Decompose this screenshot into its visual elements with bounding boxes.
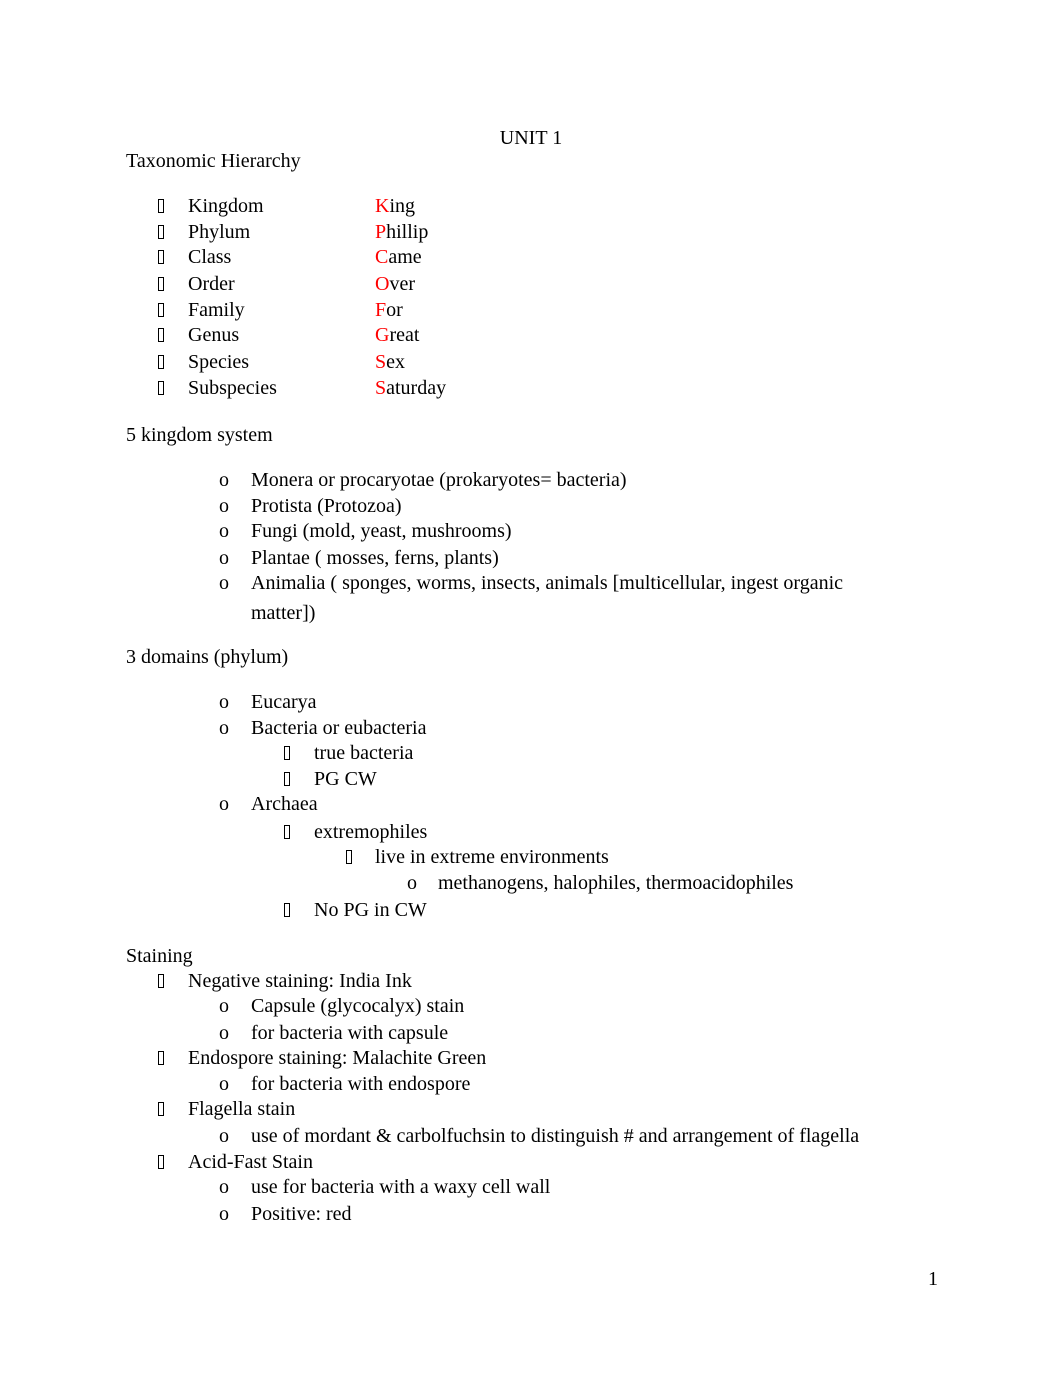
- list-item-continuation: matter]): [251, 602, 316, 624]
- list-item-text: Capsule (glycocalyx) stain: [251, 995, 465, 1017]
- square-bullet-icon: [158, 199, 164, 213]
- square-bullet-icon: [158, 355, 164, 369]
- circle-bullet-icon: o: [219, 495, 229, 517]
- mnemonic-rest: aturday: [386, 377, 447, 399]
- circle-bullet-icon: o: [219, 717, 229, 739]
- square-bullet-icon: [158, 1051, 164, 1065]
- list-item-text: Acid-Fast Stain: [188, 1151, 313, 1173]
- list-item-text: Plantae ( mosses, ferns, plants): [251, 547, 499, 569]
- mnemonic-rest: or: [386, 299, 403, 321]
- list-item-text: Eucarya: [251, 691, 317, 713]
- rank-label: Genus: [188, 324, 240, 346]
- circle-bullet-icon: o: [219, 572, 229, 594]
- page-title: UNIT 1: [499, 127, 563, 149]
- circle-bullet-icon: o: [219, 520, 229, 542]
- rank-label: Family: [188, 299, 245, 321]
- list-item-text: Animalia ( sponges, worms, insects, anim…: [251, 572, 844, 594]
- square-bullet-icon: [284, 825, 290, 839]
- square-bullet-icon: [158, 250, 164, 264]
- circle-bullet-icon: o: [219, 1022, 229, 1044]
- mnemonic-initial: O: [375, 273, 390, 295]
- mnemonic-initial: K: [375, 195, 390, 217]
- list-item-text: true bacteria: [314, 742, 414, 764]
- circle-bullet-icon: o: [219, 691, 229, 713]
- list-item-text: Flagella stain: [188, 1098, 296, 1120]
- section-heading-taxonomy: Taxonomic Hierarchy: [126, 150, 301, 172]
- list-item-text: use for bacteria with a waxy cell wall: [251, 1176, 551, 1198]
- list-item-text: use of mordant & carbolfuchsin to distin…: [251, 1125, 860, 1147]
- rank-label: Species: [188, 351, 250, 373]
- list-item-text: Fungi (mold, yeast, mushrooms): [251, 520, 512, 542]
- list-item-text: No PG in CW: [314, 899, 427, 921]
- square-bullet-icon: [158, 277, 164, 291]
- square-bullet-icon: [158, 1102, 164, 1116]
- list-item-text: for bacteria with endospore: [251, 1073, 471, 1095]
- square-bullet-icon: [158, 303, 164, 317]
- square-bullet-icon: [158, 381, 164, 395]
- circle-bullet-icon: o: [219, 1125, 229, 1147]
- mnemonic-initial: F: [375, 299, 387, 321]
- list-item-text: Endospore staining: Malachite Green: [188, 1047, 487, 1069]
- section-heading-kingdoms: 5 kingdom system: [126, 424, 273, 446]
- list-item-text: methanogens, halophiles, thermoacidophil…: [438, 872, 794, 894]
- list-item-text: extremophiles: [314, 821, 428, 843]
- square-bullet-icon: [158, 974, 164, 988]
- mnemonic-initial: C: [375, 246, 389, 268]
- list-item-text: for bacteria with capsule: [251, 1022, 449, 1044]
- rank-label: Subspecies: [188, 377, 277, 399]
- circle-bullet-icon: o: [219, 547, 229, 569]
- list-item-text: Bacteria or eubacteria: [251, 717, 427, 739]
- mnemonic-rest: ver: [389, 273, 415, 295]
- list-item-text: PG CW: [314, 768, 377, 790]
- square-bullet-icon: [158, 1155, 164, 1169]
- list-item-text: Archaea: [251, 793, 318, 815]
- mnemonic-rest: ex: [386, 351, 406, 373]
- square-bullet-icon: [284, 746, 290, 760]
- square-bullet-icon: [284, 903, 290, 917]
- circle-bullet-icon: o: [219, 995, 229, 1017]
- list-item-text: Monera or procaryotae (prokaryotes= bact…: [251, 469, 627, 491]
- circle-bullet-icon: o: [219, 793, 229, 815]
- rank-label: Phylum: [188, 221, 251, 243]
- circle-bullet-icon: o: [219, 1203, 229, 1225]
- section-heading-domains: 3 domains (phylum): [126, 646, 289, 668]
- circle-bullet-icon: o: [219, 1176, 229, 1198]
- list-item-text: live in extreme environments: [375, 846, 609, 868]
- square-bullet-icon: [158, 328, 164, 342]
- circle-bullet-icon: o: [219, 469, 229, 491]
- mnemonic-initial: S: [375, 377, 387, 399]
- mnemonic-initial: S: [375, 351, 387, 373]
- mnemonic-initial: G: [375, 324, 390, 346]
- mnemonic-rest: reat: [389, 324, 420, 346]
- mnemonic-initial: P: [375, 221, 387, 243]
- circle-bullet-icon: o: [407, 872, 417, 894]
- mnemonic-rest: ing: [389, 195, 416, 217]
- circle-bullet-icon: o: [219, 1073, 229, 1095]
- square-bullet-icon: [158, 225, 164, 239]
- mnemonic-rest: ame: [388, 246, 422, 268]
- rank-label: Kingdom: [188, 195, 264, 217]
- rank-label: Class: [188, 246, 232, 268]
- rank-label: Order: [188, 273, 235, 295]
- square-bullet-icon: [346, 850, 352, 864]
- list-item-text: Positive: red: [251, 1203, 352, 1225]
- list-item-text: Protista (Protozoa): [251, 495, 402, 517]
- list-item-text: Negative staining: India Ink: [188, 970, 412, 992]
- page-number: 1: [928, 1268, 938, 1290]
- mnemonic-rest: hillip: [386, 221, 429, 243]
- section-heading-staining: Staining: [126, 945, 193, 967]
- square-bullet-icon: [284, 772, 290, 786]
